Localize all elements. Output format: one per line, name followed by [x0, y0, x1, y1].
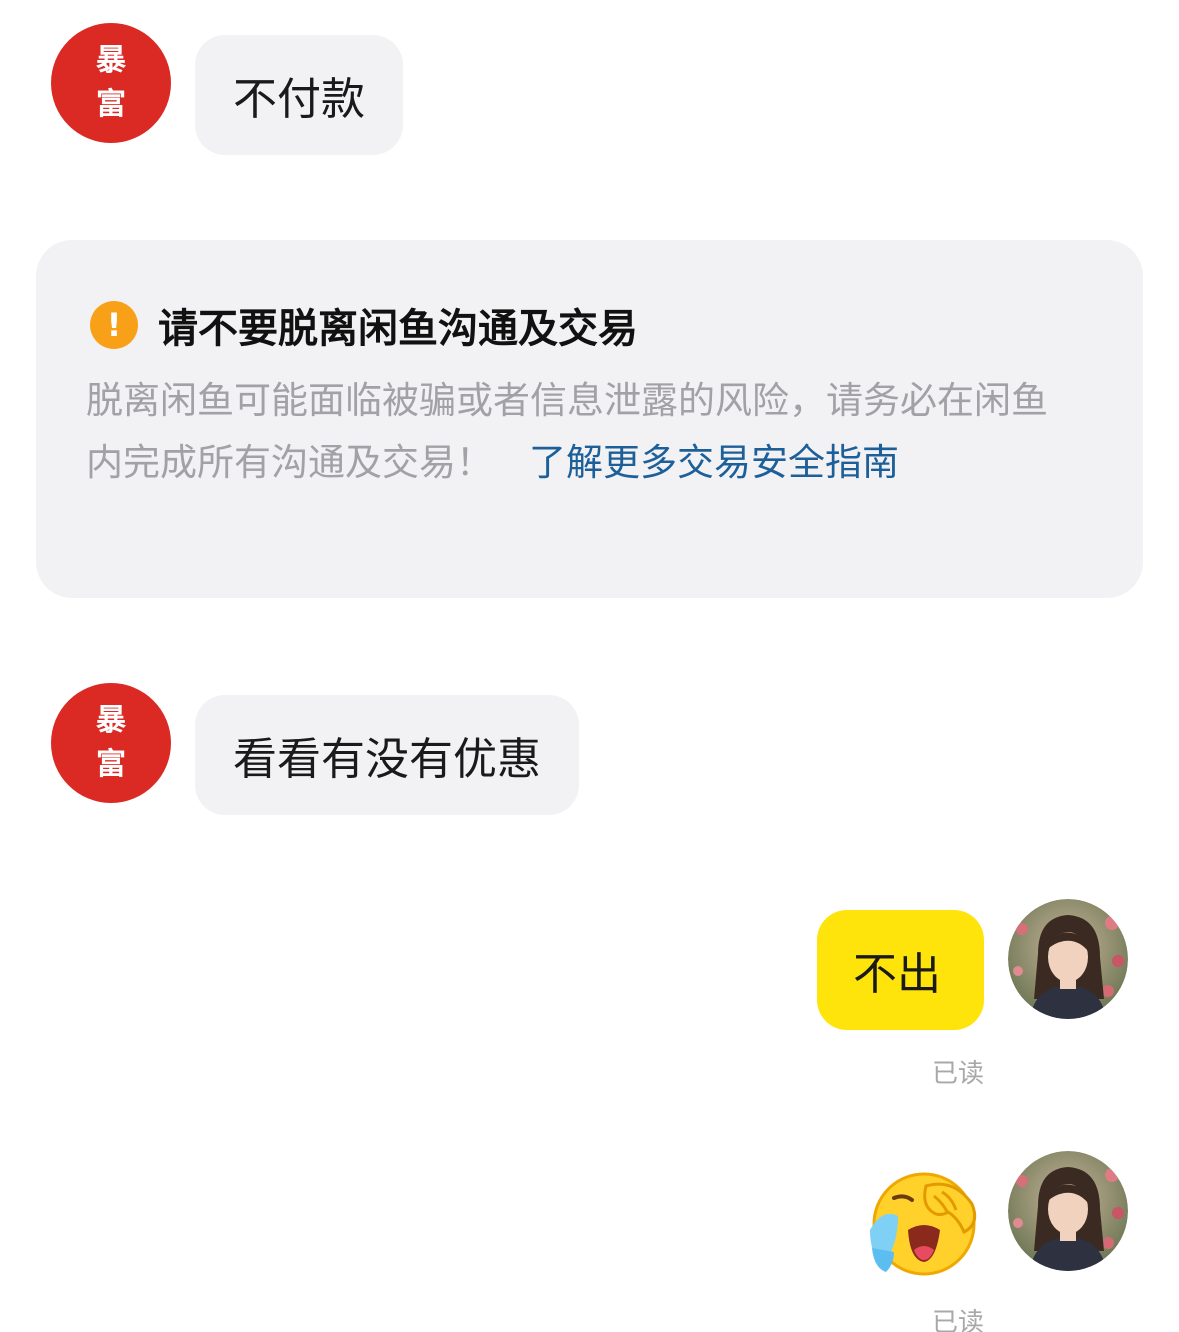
read-status: 已读	[931, 1308, 984, 1332]
avatar-char-2: 富	[96, 747, 126, 782]
safety-guide-link[interactable]: 了解更多交易安全指南	[529, 441, 899, 484]
crying-face-emoji[interactable]	[864, 1168, 982, 1278]
seller-avatar[interactable]: 暴 富	[51, 683, 171, 803]
message-text: 不付款	[233, 74, 365, 125]
portrait-photo-icon	[1008, 1151, 1128, 1271]
avatar-char-2: 富	[96, 87, 126, 122]
incoming-message-bubble[interactable]: 看看有没有优惠	[195, 695, 579, 815]
outgoing-message-bubble[interactable]: 不出	[817, 910, 984, 1030]
incoming-message-bubble[interactable]: 不付款	[195, 35, 403, 155]
user-avatar[interactable]	[1008, 899, 1128, 1019]
avatar-char-1: 暴	[96, 43, 126, 78]
seller-avatar[interactable]: 暴 富	[51, 23, 171, 143]
warning-icon: !	[90, 301, 138, 349]
message-text: 看看有没有优惠	[233, 734, 541, 785]
notice-title: 请不要脱离闲鱼沟通及交易	[158, 306, 638, 352]
chat-screen: 暴 富 不付款 ! 请不要脱离闲鱼沟通及交易 脱离闲鱼可能面临被骗或者信息泄露的…	[0, 0, 1179, 1332]
message-text: 不出	[853, 949, 941, 1000]
crying-face-icon	[870, 1172, 977, 1276]
notice-header: ! 请不要脱离闲鱼沟通及交易	[90, 296, 638, 354]
avatar-char-1: 暴	[96, 703, 126, 738]
notice-body: 脱离闲鱼可能面临被骗或者信息泄露的风险，请务必在闲鱼内完成所有沟通及交易！ 了解更…	[86, 370, 1076, 494]
portrait-photo-icon	[1008, 899, 1128, 1019]
read-status: 已读	[931, 1059, 984, 1089]
user-avatar[interactable]	[1008, 1151, 1128, 1271]
safety-notice-card: ! 请不要脱离闲鱼沟通及交易 脱离闲鱼可能面临被骗或者信息泄露的风险，请务必在闲…	[36, 240, 1143, 598]
